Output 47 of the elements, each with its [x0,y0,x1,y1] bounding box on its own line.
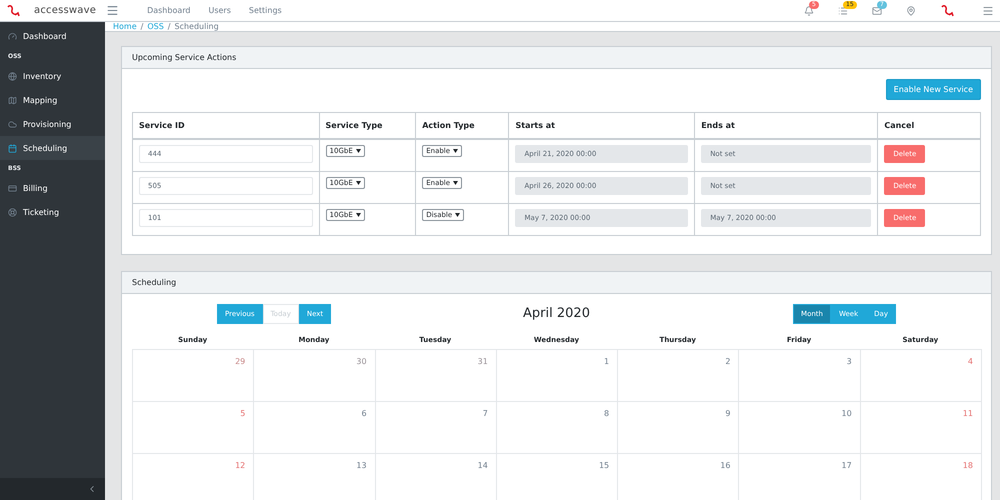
caret-icon [453,180,458,184]
sidebar-item[interactable]: Ticketing [0,200,105,224]
column-header: Service Type [319,112,416,139]
calendar-icon [8,144,17,152]
breadcrumb-link[interactable]: OSS [147,22,164,31]
card-title: Upcoming Service Actions [122,47,991,69]
column-header: Cancel [878,112,980,139]
breadcrumb-current: Scheduling [174,22,219,31]
card-title: Scheduling [122,272,991,294]
credit-card-icon [8,184,17,192]
breadcrumb-separator: / [168,22,170,31]
nav-link[interactable]: Dashboard [147,6,190,15]
caret-icon [356,212,361,216]
breadcrumb-link[interactable]: Home [113,22,137,31]
column-header: Service ID [132,112,320,139]
sidebar-item[interactable]: Inventory [0,64,105,88]
caret-icon [356,149,361,153]
sidebar-item[interactable]: Scheduling [0,136,105,160]
list-icon[interactable] [838,6,848,16]
column-header: Ends at [694,112,878,139]
lifebuoy-icon [8,208,17,216]
sidebar-item[interactable]: Dashboard [0,24,105,48]
breadcrumb-separator: / [140,22,144,31]
cloud-icon [8,120,17,128]
nav-link[interactable]: Users [208,6,231,15]
column-header: Starts at [508,112,695,139]
day-cell[interactable]: 4 [860,348,982,402]
menu-icon[interactable] [982,4,994,16]
brand-name: accesswave [34,5,96,16]
calendar-title: April 2020 [523,306,590,321]
caret-icon [453,149,458,153]
gauge-icon [8,32,17,40]
sidebar-item[interactable]: Billing [0,176,105,200]
column-header: Action Type [416,112,509,139]
bell-icon[interactable] [804,6,814,16]
map-icon [8,96,17,104]
mail-icon[interactable] [872,6,882,16]
sidebar-item[interactable]: Provisioning [0,112,105,136]
sidebar-item[interactable]: Mapping [0,88,105,112]
map-pin-icon[interactable] [906,6,916,16]
enable-service-button[interactable]: Enable New Service [886,79,981,100]
caret-icon [455,212,460,216]
globe-icon [8,72,17,80]
caret-icon [356,180,361,184]
menu-icon[interactable] [106,4,120,17]
nav-link[interactable]: Settings [248,6,282,15]
day-cell[interactable]: 29 [132,348,254,402]
